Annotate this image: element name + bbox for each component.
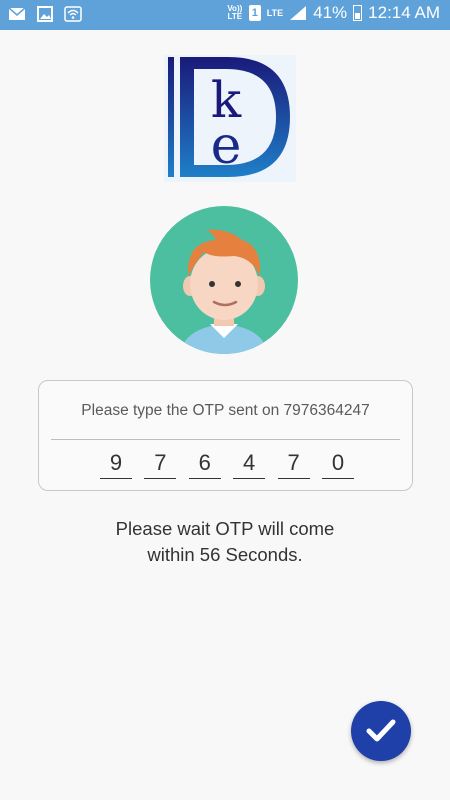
sim-icon: 1	[248, 5, 261, 21]
otp-digit-2[interactable]: 7	[144, 449, 177, 479]
gallery-icon	[37, 6, 53, 22]
signal-icon	[290, 6, 307, 20]
app-logo: k e	[164, 55, 296, 182]
avatar	[150, 206, 298, 354]
battery-charging-icon	[353, 5, 363, 21]
otp-digit-4[interactable]: 4	[233, 449, 266, 479]
otp-card: Please type the OTP sent on 7976364247 9…	[38, 380, 413, 491]
otp-digit-6[interactable]: 0	[321, 449, 354, 479]
svg-text:e: e	[211, 116, 242, 176]
status-bar: Vo)) LTE 1 LTE 41% 12:14 AM	[0, 0, 450, 30]
user-avatar-icon	[180, 229, 268, 354]
otp-wait-message: Please wait OTP will come within 56 Seco…	[0, 516, 450, 568]
otp-input-group[interactable]: 9 7 6 4 7 0	[100, 449, 354, 479]
system-status: Vo)) LTE 1 LTE 41% 12:14 AM	[227, 3, 440, 23]
wifi-icon	[64, 6, 82, 22]
otp-digit-1[interactable]: 9	[100, 449, 132, 479]
clock: 12:14 AM	[368, 3, 440, 22]
otp-digit-3[interactable]: 6	[188, 449, 221, 479]
divider	[51, 439, 400, 440]
notification-icons	[8, 6, 82, 22]
submit-otp-button[interactable]	[351, 701, 411, 761]
volte-icon: Vo)) LTE	[227, 4, 243, 21]
battery-percent: 41%	[313, 3, 348, 22]
checkmark-icon	[366, 719, 396, 742]
otp-digit-5[interactable]: 7	[277, 449, 310, 479]
lte-signal-icon: LTE	[266, 8, 284, 18]
mail-icon	[8, 7, 26, 20]
wait-message-line2: within 56 Seconds.	[147, 544, 303, 565]
otp-prompt: Please type the OTP sent on 7976364247	[81, 402, 370, 419]
wait-message-line1: Please wait OTP will come	[115, 518, 335, 539]
